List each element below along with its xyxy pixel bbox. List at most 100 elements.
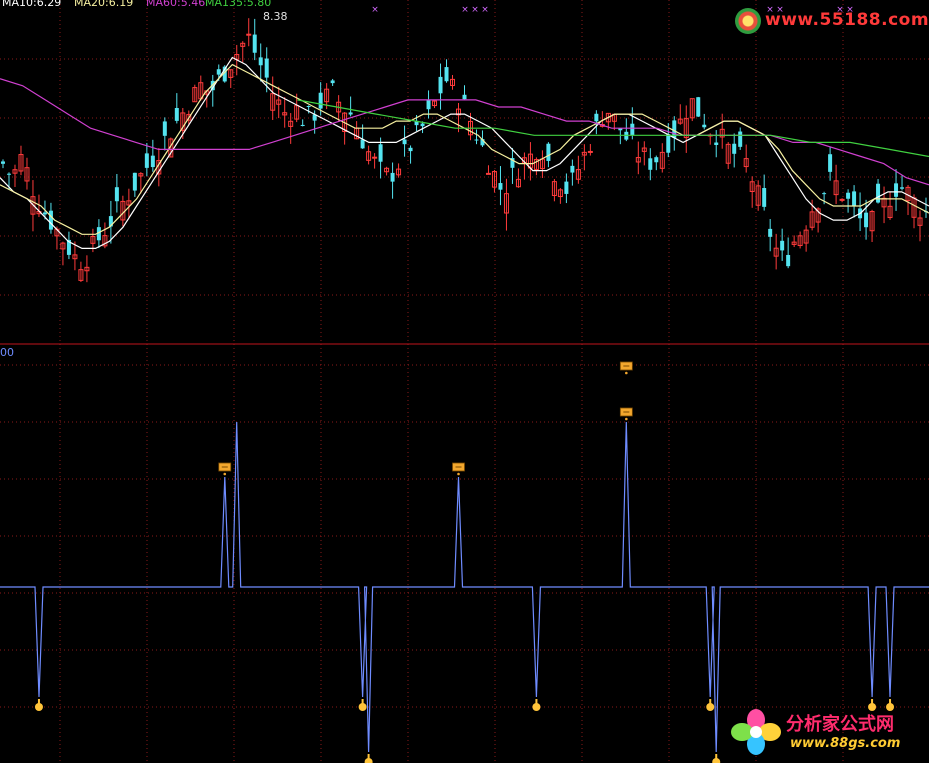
watermark-bottom-url: www.88gs.com bbox=[790, 736, 901, 751]
candle-body bbox=[864, 212, 869, 228]
buy-hand-icon-palm bbox=[358, 703, 367, 711]
candle-body bbox=[348, 112, 353, 115]
candle-body bbox=[318, 92, 323, 109]
signal-marker: × bbox=[471, 5, 479, 15]
candle-body bbox=[390, 172, 395, 182]
candle-body bbox=[738, 131, 743, 147]
signal-marker: × bbox=[371, 5, 379, 15]
candle-body bbox=[839, 198, 845, 201]
ma135-legend: MA135:5.80 bbox=[205, 0, 272, 9]
ma10-legend: MA10:6.29 bbox=[2, 0, 62, 9]
buy-hand-icon bbox=[712, 754, 721, 763]
buy-hand-icon-finger bbox=[709, 699, 712, 704]
candle-body bbox=[216, 69, 221, 75]
candle-body bbox=[768, 228, 773, 237]
peak-price-label: 8.38 bbox=[263, 10, 288, 23]
buy-hand-icon-finger bbox=[715, 754, 718, 759]
indicator-axis-label: 00 bbox=[0, 346, 14, 359]
candle-body bbox=[852, 191, 857, 206]
candle-body bbox=[360, 139, 365, 149]
candle-body bbox=[438, 76, 443, 94]
ma20-legend: MA20:6.19 bbox=[74, 0, 134, 9]
candle-body bbox=[732, 143, 737, 154]
sell-box-icon-dot bbox=[625, 417, 628, 421]
candle-body bbox=[426, 99, 431, 110]
candle-body bbox=[42, 212, 47, 215]
buy-hand-icon-finger bbox=[37, 699, 40, 704]
candle-body bbox=[48, 210, 53, 230]
watermark-bottom-text: 分析家公式网 bbox=[786, 714, 894, 735]
indicator-line bbox=[0, 421, 929, 753]
stock-chart: × × × × × × × × bbox=[0, 0, 929, 763]
watermark-top: www.55188.com bbox=[735, 6, 929, 34]
candle-body bbox=[714, 142, 719, 146]
candle-body bbox=[822, 193, 827, 195]
logo-circle-icon bbox=[735, 8, 761, 34]
buy-hand-icon-finger bbox=[535, 699, 538, 704]
candle-body bbox=[300, 124, 305, 126]
candle-body bbox=[264, 58, 269, 78]
candle-body bbox=[174, 108, 179, 121]
buy-hand-icon bbox=[364, 754, 373, 763]
candle-body bbox=[630, 123, 635, 136]
candle-body bbox=[894, 183, 899, 197]
sell-box-icon-dot bbox=[223, 472, 227, 476]
candle-body bbox=[150, 155, 155, 168]
candle-body bbox=[420, 123, 425, 127]
signal-marker: × bbox=[481, 5, 489, 15]
candle-body bbox=[1, 161, 5, 164]
candle-body bbox=[408, 147, 413, 152]
sell-box-icon-dot bbox=[625, 371, 628, 375]
buy-hand-icon-palm bbox=[532, 703, 541, 711]
buy-hand-icon bbox=[34, 699, 43, 711]
buy-hand-icon-palm bbox=[706, 703, 715, 711]
buy-hand-icon-finger bbox=[367, 754, 370, 759]
candle-body bbox=[666, 134, 671, 153]
candle-body bbox=[780, 240, 785, 251]
candle-body bbox=[485, 172, 491, 175]
buy-hand-icon-finger bbox=[361, 699, 364, 704]
candle-body bbox=[6, 173, 11, 175]
watermark-bottom: 分析家公式网 www.88gs.com bbox=[730, 704, 926, 760]
candle-body bbox=[444, 67, 449, 82]
candle-body bbox=[114, 187, 119, 202]
price-panel: × × × × × × × × bbox=[0, 5, 929, 283]
candle-body bbox=[402, 139, 407, 145]
candle-body bbox=[762, 188, 767, 207]
candle-body bbox=[648, 158, 653, 170]
flower-icon bbox=[731, 709, 781, 755]
candle-body bbox=[372, 156, 378, 159]
signal-marker: × bbox=[461, 5, 469, 15]
candle-body bbox=[252, 34, 257, 53]
sell-box-icon bbox=[452, 462, 465, 476]
candle-body bbox=[330, 80, 335, 84]
candle-body bbox=[132, 172, 137, 191]
buy-hand-icon bbox=[532, 699, 541, 711]
sell-box-icon bbox=[218, 462, 232, 476]
candle-body bbox=[246, 33, 252, 36]
candle-body bbox=[498, 183, 503, 190]
candle-body bbox=[546, 143, 551, 161]
candle-body bbox=[564, 181, 569, 194]
candle-body bbox=[876, 183, 881, 203]
candle-body bbox=[900, 187, 905, 189]
candle-body bbox=[696, 97, 701, 117]
candle-body bbox=[654, 157, 659, 163]
sell-box-icon bbox=[619, 361, 633, 375]
candle-body bbox=[144, 153, 149, 168]
ma60-legend: MA60:5.46 bbox=[146, 0, 206, 9]
buy-hand-icon bbox=[706, 699, 715, 711]
candle-body bbox=[828, 154, 833, 172]
candle-body bbox=[702, 124, 707, 128]
candle-body bbox=[306, 105, 311, 107]
candle-body bbox=[462, 94, 467, 100]
candle-body bbox=[587, 150, 593, 153]
buy-hand-icon-palm bbox=[34, 703, 43, 711]
watermark-top-text: www.55188.com bbox=[765, 10, 929, 30]
candle-body bbox=[846, 192, 851, 199]
candle-body bbox=[378, 144, 383, 162]
candle-body bbox=[594, 113, 599, 122]
candle-body bbox=[786, 254, 791, 267]
candle-body bbox=[258, 57, 263, 66]
candle-body bbox=[570, 165, 575, 173]
